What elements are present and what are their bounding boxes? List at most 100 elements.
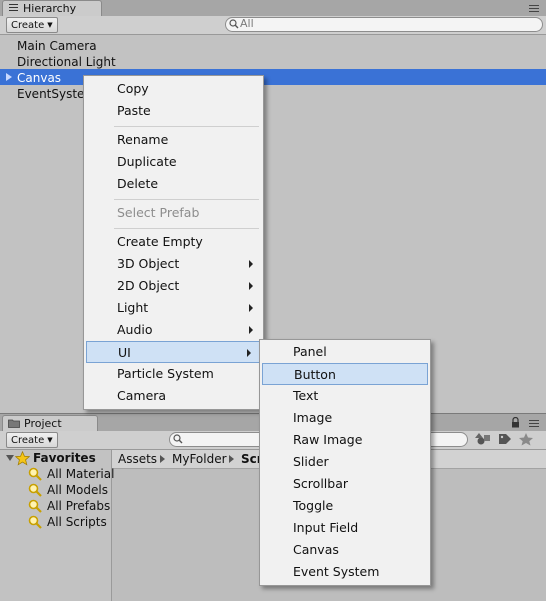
search-icon (173, 434, 183, 444)
favorite-all-prefabs[interactable]: All Prefabs (28, 498, 110, 514)
submenu-item-input-field[interactable]: Input Field (260, 517, 430, 539)
submenu-arrow-icon (249, 260, 253, 268)
menu-item-label: Particle System (117, 366, 214, 381)
hierarchy-create-button[interactable]: Create ▼ (6, 17, 58, 33)
menu-item-label: Input Field (293, 520, 359, 535)
menu-item-label: Scrollbar (293, 476, 348, 491)
submenu-item-image[interactable]: Image (260, 407, 430, 429)
menu-item-label: Rename (117, 132, 169, 147)
hierarchy-item-canvas[interactable]: Canvas (17, 70, 61, 86)
breadcrumb-arrow-icon (160, 455, 165, 463)
saved-search-icon (28, 467, 42, 481)
menu-item-label: Raw Image (293, 432, 363, 447)
menu-item-label: Panel (293, 344, 327, 359)
favorite-label: All Material (47, 467, 115, 481)
search-icon (229, 19, 239, 29)
dropdown-arrow-icon: ▼ (47, 21, 53, 29)
hierarchy-item-main-camera[interactable]: Main Camera (17, 38, 97, 54)
favorite-all-models[interactable]: All Models (28, 482, 110, 498)
menu-item-audio[interactable]: Audio (84, 319, 263, 341)
menu-item-rename[interactable]: Rename (84, 129, 263, 151)
submenu-arrow-icon (249, 282, 253, 290)
submenu-item-panel[interactable]: Panel (260, 341, 430, 363)
project-tab-label: Project (24, 417, 62, 430)
folder-icon (8, 419, 20, 428)
favorite-label: All Models (47, 483, 108, 497)
submenu-item-raw-image[interactable]: Raw Image (260, 429, 430, 451)
hierarchy-tab[interactable]: Hierarchy (2, 0, 102, 16)
submenu-item-button[interactable]: Button (262, 363, 428, 385)
submenu-item-slider[interactable]: Slider (260, 451, 430, 473)
submenu-item-scrollbar[interactable]: Scrollbar (260, 473, 430, 495)
breadcrumb-myfolder[interactable]: MyFolder (172, 450, 227, 468)
submenu-arrow-icon (249, 326, 253, 334)
menu-item-light[interactable]: Light (84, 297, 263, 319)
menu-item-label: Duplicate (117, 154, 177, 169)
search-by-type-icon[interactable] (475, 432, 493, 446)
favorites-label[interactable]: Favorites (33, 450, 96, 466)
menu-separator (114, 228, 259, 229)
favorite-all-materials[interactable]: All Material (28, 466, 114, 482)
breadcrumb-assets[interactable]: Assets (118, 450, 157, 468)
submenu-item-text[interactable]: Text (260, 385, 430, 407)
menu-item-label: Light (117, 300, 149, 315)
panel-menu-icon[interactable] (529, 5, 539, 15)
star-icon (15, 451, 30, 466)
submenu-item-canvas[interactable]: Canvas (260, 539, 430, 561)
menu-item-label: Create Empty (117, 234, 203, 249)
menu-item-3d-object[interactable]: 3D Object (84, 253, 263, 275)
menu-item-label: 3D Object (117, 256, 180, 271)
create-label: Create (11, 20, 45, 31)
breadcrumb-arrow-icon (229, 455, 234, 463)
saved-search-icon (28, 515, 42, 529)
menu-item-paste[interactable]: Paste (84, 100, 263, 122)
hierarchy-tab-label: Hierarchy (23, 2, 77, 15)
search-by-label-icon[interactable] (496, 432, 514, 446)
favorite-label: All Prefabs (47, 499, 111, 513)
submenu-item-event-system[interactable]: Event System (260, 561, 430, 583)
collapse-arrow-icon[interactable] (6, 455, 14, 461)
ui-submenu: Panel Button Text Image Raw Image Slider… (259, 339, 431, 586)
menu-item-label: Paste (117, 103, 151, 118)
hierarchy-item-directional-light[interactable]: Directional Light (17, 54, 116, 70)
menu-item-label: Camera (117, 388, 167, 403)
create-label: Create (11, 435, 45, 446)
menu-item-copy[interactable]: Copy (84, 78, 263, 100)
menu-item-particle-system[interactable]: Particle System (84, 363, 263, 385)
menu-item-label: Event System (293, 564, 380, 579)
expand-arrow-icon[interactable] (6, 73, 12, 81)
menu-item-delete[interactable]: Delete (84, 173, 263, 195)
menu-item-2d-object[interactable]: 2D Object (84, 275, 263, 297)
menu-item-label: Slider (293, 454, 329, 469)
saved-search-icon (28, 499, 42, 513)
context-menu: Copy Paste Rename Duplicate Delete Selec… (83, 75, 264, 410)
saved-search-icon (28, 483, 42, 497)
menu-item-select-prefab: Select Prefab (84, 202, 263, 224)
project-create-button[interactable]: Create ▼ (6, 432, 58, 448)
menu-item-duplicate[interactable]: Duplicate (84, 151, 263, 173)
menu-item-camera[interactable]: Camera (84, 385, 263, 407)
menu-item-label: UI (118, 345, 131, 360)
hierarchy-selected-row[interactable] (0, 69, 546, 85)
hierarchy-item-eventsystem[interactable]: EventSyste (17, 86, 84, 102)
favorite-star-icon[interactable] (517, 432, 535, 446)
lock-icon[interactable] (511, 417, 520, 428)
favorite-label: All Scripts (47, 515, 107, 529)
menu-item-label: Toggle (293, 498, 334, 513)
list-icon (9, 4, 18, 13)
menu-item-label: Audio (117, 322, 153, 337)
menu-item-label: Button (294, 367, 336, 382)
menu-item-create-empty[interactable]: Create Empty (84, 231, 263, 253)
project-tab[interactable]: Project (2, 415, 98, 431)
submenu-item-toggle[interactable]: Toggle (260, 495, 430, 517)
menu-item-ui[interactable]: UI (86, 341, 261, 363)
favorite-all-scripts[interactable]: All Scripts (28, 514, 110, 530)
hierarchy-search-input[interactable]: All (225, 17, 543, 32)
menu-item-label: Canvas (293, 542, 339, 557)
panel-menu-icon[interactable] (529, 420, 539, 430)
menu-separator (114, 126, 259, 127)
dropdown-arrow-icon: ▼ (47, 436, 53, 444)
menu-item-label: Text (293, 388, 319, 403)
menu-item-label: Delete (117, 176, 159, 191)
submenu-arrow-icon (249, 304, 253, 312)
